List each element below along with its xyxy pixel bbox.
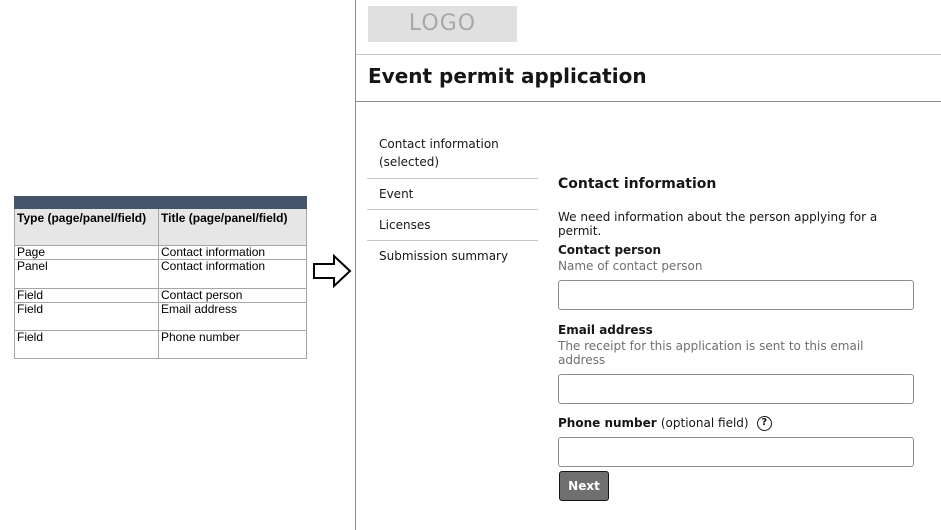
- column-header-title: Title (page/panel/field): [158, 208, 307, 246]
- table-cell-type: Page: [14, 245, 159, 260]
- phone-group: Phone number (optional field) ?: [558, 416, 914, 467]
- right-arrow-icon: [313, 254, 352, 288]
- contact-form: Contact information We need information …: [558, 176, 914, 467]
- email-label: Email address: [558, 323, 653, 337]
- table-row: Field Email address: [14, 302, 307, 331]
- nav-item-label: Contact information: [379, 137, 499, 151]
- nav-item-event[interactable]: Event: [367, 179, 538, 210]
- phone-input[interactable]: [558, 437, 914, 467]
- table-row: Panel Contact information: [14, 259, 307, 289]
- contact-person-group: Contact person Name of contact person: [558, 243, 914, 310]
- table-header-band: [14, 196, 307, 209]
- table-cell-type: Field: [14, 330, 159, 359]
- table-header-row: Type (page/panel/field) Title (page/pane…: [14, 208, 307, 246]
- nav-item-label: Licenses: [379, 218, 431, 232]
- table-cell-title: Contact person: [158, 288, 307, 303]
- nav-item-label: Event: [379, 187, 414, 201]
- nav-item-licenses[interactable]: Licenses: [367, 210, 538, 241]
- next-button[interactable]: Next: [559, 471, 609, 501]
- header-divider: [356, 54, 941, 55]
- optional-indicator: (optional field): [660, 416, 749, 430]
- table-cell-title: Contact information: [158, 259, 307, 289]
- contact-person-input[interactable]: [558, 280, 914, 310]
- phone-label-row: Phone number (optional field) ?: [558, 416, 914, 431]
- email-group: Email address The receipt for this appli…: [558, 323, 914, 404]
- help-icon[interactable]: ?: [756, 416, 772, 431]
- table-cell-title: Phone number: [158, 330, 307, 359]
- step-navigation: Contact information (selected) Event Lic…: [367, 130, 538, 271]
- nav-item-contact-information[interactable]: Contact information (selected): [367, 130, 538, 179]
- nav-item-label: Submission summary: [379, 249, 509, 263]
- table-row: Field Contact person: [14, 288, 307, 303]
- nav-item-submission-summary[interactable]: Submission summary: [367, 241, 538, 271]
- table-cell-title: Email address: [158, 302, 307, 331]
- email-input[interactable]: [558, 374, 914, 404]
- email-helper: The receipt for this application is sent…: [558, 339, 864, 367]
- logo: LOGO: [368, 6, 517, 42]
- table-row: Field Phone number: [14, 330, 307, 359]
- table-cell-type: Panel: [14, 259, 159, 289]
- table-row: Page Contact information: [14, 245, 307, 260]
- table-cell-type: Field: [14, 288, 159, 303]
- table-cell-title: Contact information: [158, 245, 307, 260]
- section-description: We need information about the person app…: [558, 210, 878, 238]
- spec-table: Type (page/panel/field) Title (page/pane…: [14, 196, 307, 359]
- phone-label: Phone number: [558, 416, 657, 430]
- section-title: Contact information: [558, 176, 717, 192]
- column-header-type: Type (page/panel/field): [14, 208, 159, 246]
- contact-person-helper: Name of contact person: [558, 259, 703, 273]
- page-title: Event permit application: [368, 64, 647, 88]
- title-divider: [356, 101, 941, 102]
- nav-item-status: (selected): [379, 155, 440, 169]
- contact-person-label: Contact person: [558, 243, 662, 257]
- table-cell-type: Field: [14, 302, 159, 331]
